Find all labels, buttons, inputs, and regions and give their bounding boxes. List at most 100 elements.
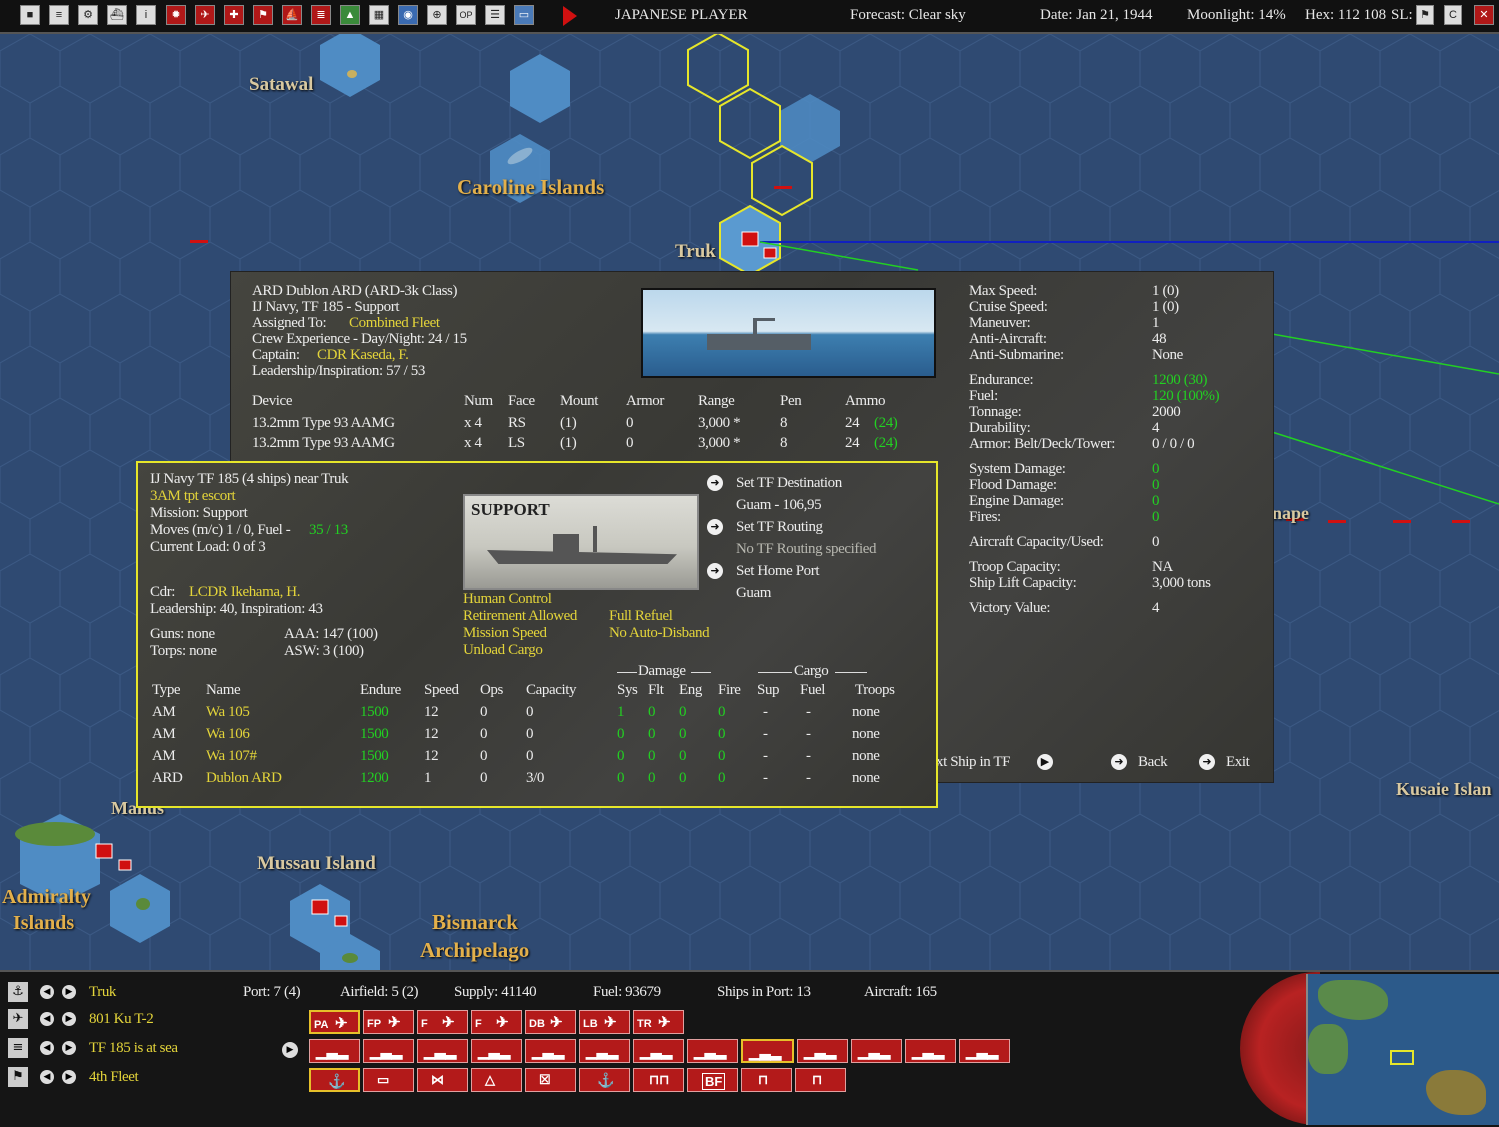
rank-icon[interactable]: ≣ xyxy=(311,5,331,25)
ship-type-button[interactable]: ▁▃▂ xyxy=(959,1039,1010,1063)
air-type-button[interactable]: F ✈ xyxy=(417,1010,468,1034)
airgroup-icon[interactable]: ✈ xyxy=(8,1009,28,1029)
device-name[interactable]: 13.2mm Type 93 AAMG xyxy=(252,435,395,452)
exit-arrow-icon[interactable]: ➜ xyxy=(1199,754,1215,770)
unit-button[interactable]: △ xyxy=(471,1068,522,1092)
ship-type-button[interactable]: ▁▃▂ xyxy=(471,1039,522,1063)
prev-hq-icon[interactable]: ◀ xyxy=(40,1070,54,1084)
op-icon[interactable]: OP xyxy=(456,5,476,25)
next-ship-arrow-icon[interactable]: ▶ xyxy=(1037,754,1053,770)
set-home-port-button[interactable]: Set Home Port xyxy=(736,563,820,580)
tf-escort[interactable]: 3AM tpt escort xyxy=(150,488,236,505)
close-icon[interactable]: ✕ xyxy=(1474,5,1494,25)
back-arrow-icon[interactable]: ➜ xyxy=(1111,754,1127,770)
option-mission-speed[interactable]: Mission Speed xyxy=(463,625,547,642)
unit-button[interactable]: BF xyxy=(687,1068,738,1092)
assigned-value[interactable]: Combined Fleet xyxy=(349,315,440,332)
tf-unit-name[interactable]: TF 185 is at sea xyxy=(89,1040,178,1057)
cell-name[interactable]: Wa 105 xyxy=(206,704,250,721)
report-icon[interactable]: ≡ xyxy=(49,5,69,25)
prev-base-icon[interactable]: ◀ xyxy=(40,985,54,999)
unit-button[interactable]: ⋈ xyxy=(417,1068,468,1092)
flag-japan-icon[interactable]: ✹ xyxy=(166,5,186,25)
ship-type-button[interactable]: ▁▃▂ xyxy=(687,1039,738,1063)
next-hq-icon[interactable]: ▶ xyxy=(62,1070,76,1084)
base-name[interactable]: Truk xyxy=(89,984,116,1001)
air-type-button[interactable]: DB ✈ xyxy=(525,1010,576,1034)
anchor-icon[interactable]: ⚓ xyxy=(8,982,28,1002)
set-tf-routing-button[interactable]: Set TF Routing xyxy=(736,519,823,536)
ship-type-button[interactable]: ▁▃▂ xyxy=(579,1039,630,1063)
exit-button[interactable]: Exit xyxy=(1226,754,1250,771)
end-turn-play-icon[interactable] xyxy=(563,6,577,26)
mini-map[interactable] xyxy=(1306,974,1499,1125)
ship-type-button[interactable]: ▁▃▂ xyxy=(417,1039,468,1063)
ship-type-button[interactable]: ▁▃▂ xyxy=(851,1039,902,1063)
air-type-button[interactable]: FP ✈ xyxy=(363,1010,414,1034)
air-type-button[interactable]: TR ✈ xyxy=(633,1010,684,1034)
option-full-refuel[interactable]: Full Refuel xyxy=(609,608,673,625)
air-type-button[interactable]: PA ✈ xyxy=(309,1010,360,1034)
cell-name[interactable]: Dublon ARD xyxy=(206,770,282,787)
unit-button[interactable]: ⊓⊓ xyxy=(633,1068,684,1092)
tf-cdr-value[interactable]: LCDR Ikehama, H. xyxy=(189,584,300,601)
next-tf-icon[interactable]: ▶ xyxy=(62,1041,76,1055)
ship-type-button[interactable]: ▁▃▂ xyxy=(363,1039,414,1063)
options-icon[interactable]: ⚙ xyxy=(78,5,98,25)
option-no-auto-disband[interactable]: No Auto-Disband xyxy=(609,625,710,642)
flag-icon[interactable]: ⚑ xyxy=(253,5,273,25)
mini-map-viewport[interactable] xyxy=(1390,1050,1414,1065)
set-routing-arrow-icon[interactable]: ➜ xyxy=(707,519,723,535)
prev-tf-icon[interactable]: ◀ xyxy=(40,1041,54,1055)
air-type-button[interactable]: F ✈ xyxy=(471,1010,522,1034)
sl-flag-icon[interactable]: ⚑ xyxy=(1416,5,1434,25)
cell-name[interactable]: Wa 107# xyxy=(206,748,257,765)
unit-button[interactable]: ⊓ xyxy=(795,1068,846,1092)
unit-button[interactable]: ⚓ xyxy=(579,1068,630,1092)
taskforce-icon[interactable]: ≡ xyxy=(8,1038,28,1058)
back-button[interactable]: Back xyxy=(1138,754,1168,771)
device-name[interactable]: 13.2mm Type 93 AAMG xyxy=(252,415,395,432)
option-unload-cargo[interactable]: Unload Cargo xyxy=(463,642,543,659)
next-base-icon[interactable]: ▶ xyxy=(62,985,76,999)
option-retirement-allowed[interactable]: Retirement Allowed xyxy=(463,608,577,625)
air-type-button[interactable]: LB ✈ xyxy=(579,1010,630,1034)
aircraft-icon[interactable]: ✈ xyxy=(195,5,215,25)
ship-icon[interactable]: ⛵ xyxy=(282,5,302,25)
hq-flag-icon[interactable]: ⚑ xyxy=(8,1067,28,1087)
set-home-port-arrow-icon[interactable]: ➜ xyxy=(707,563,723,579)
next-ship-label[interactable]: xt Ship in TF xyxy=(936,754,1011,771)
save-icon[interactable]: ■ xyxy=(20,5,40,25)
fleet-name[interactable]: 4th Fleet xyxy=(89,1069,139,1086)
unit-button[interactable]: ☒ xyxy=(525,1068,576,1092)
set-destination-arrow-icon[interactable]: ➜ xyxy=(707,475,723,491)
info-icon[interactable]: i xyxy=(136,5,156,25)
unit-button[interactable]: ▭ xyxy=(363,1068,414,1092)
ships-icon[interactable]: ⛴ xyxy=(107,5,127,25)
target-icon[interactable]: ⊕ xyxy=(427,5,447,25)
set-tf-destination-button[interactable]: Set TF Destination xyxy=(736,475,842,492)
air-unit-name[interactable]: 801 Ku T-2 xyxy=(89,1011,154,1028)
option-human-control[interactable]: Human Control xyxy=(463,591,552,608)
air-group-icon[interactable]: ✚ xyxy=(224,5,244,25)
sl-c-icon[interactable]: C xyxy=(1444,5,1462,25)
window-icon[interactable]: ▭ xyxy=(514,5,534,25)
ship-type-button[interactable]: ▁▃▂ xyxy=(633,1039,684,1063)
ship-type-button[interactable]: ▁▃▂ xyxy=(905,1039,956,1063)
ship-type-button[interactable]: ▁▃▂ xyxy=(309,1039,360,1063)
globe-icon[interactable]: ◉ xyxy=(398,5,418,25)
ship-type-button[interactable]: ▁▃▂ xyxy=(797,1039,848,1063)
list-icon[interactable]: ☰ xyxy=(485,5,505,25)
land-unit-icon[interactable]: ▲ xyxy=(340,5,360,25)
cell-name[interactable]: Wa 106 xyxy=(206,726,250,743)
tf-details-icon[interactable]: ▶ xyxy=(282,1042,298,1058)
factory-icon[interactable]: ▦ xyxy=(369,5,389,25)
next-air-icon[interactable]: ▶ xyxy=(62,1012,76,1026)
ship-type-button[interactable]: ▁▃▂ xyxy=(525,1039,576,1063)
unit-button[interactable]: ⊓ xyxy=(741,1068,792,1092)
tf-mission[interactable]: Mission: Support xyxy=(150,505,248,522)
unit-button[interactable]: ⚓ xyxy=(309,1068,360,1092)
captain-value[interactable]: CDR Kaseda, F. xyxy=(317,347,409,364)
prev-air-icon[interactable]: ◀ xyxy=(40,1012,54,1026)
ship-type-button[interactable]: ▁▃▂ xyxy=(741,1039,794,1063)
